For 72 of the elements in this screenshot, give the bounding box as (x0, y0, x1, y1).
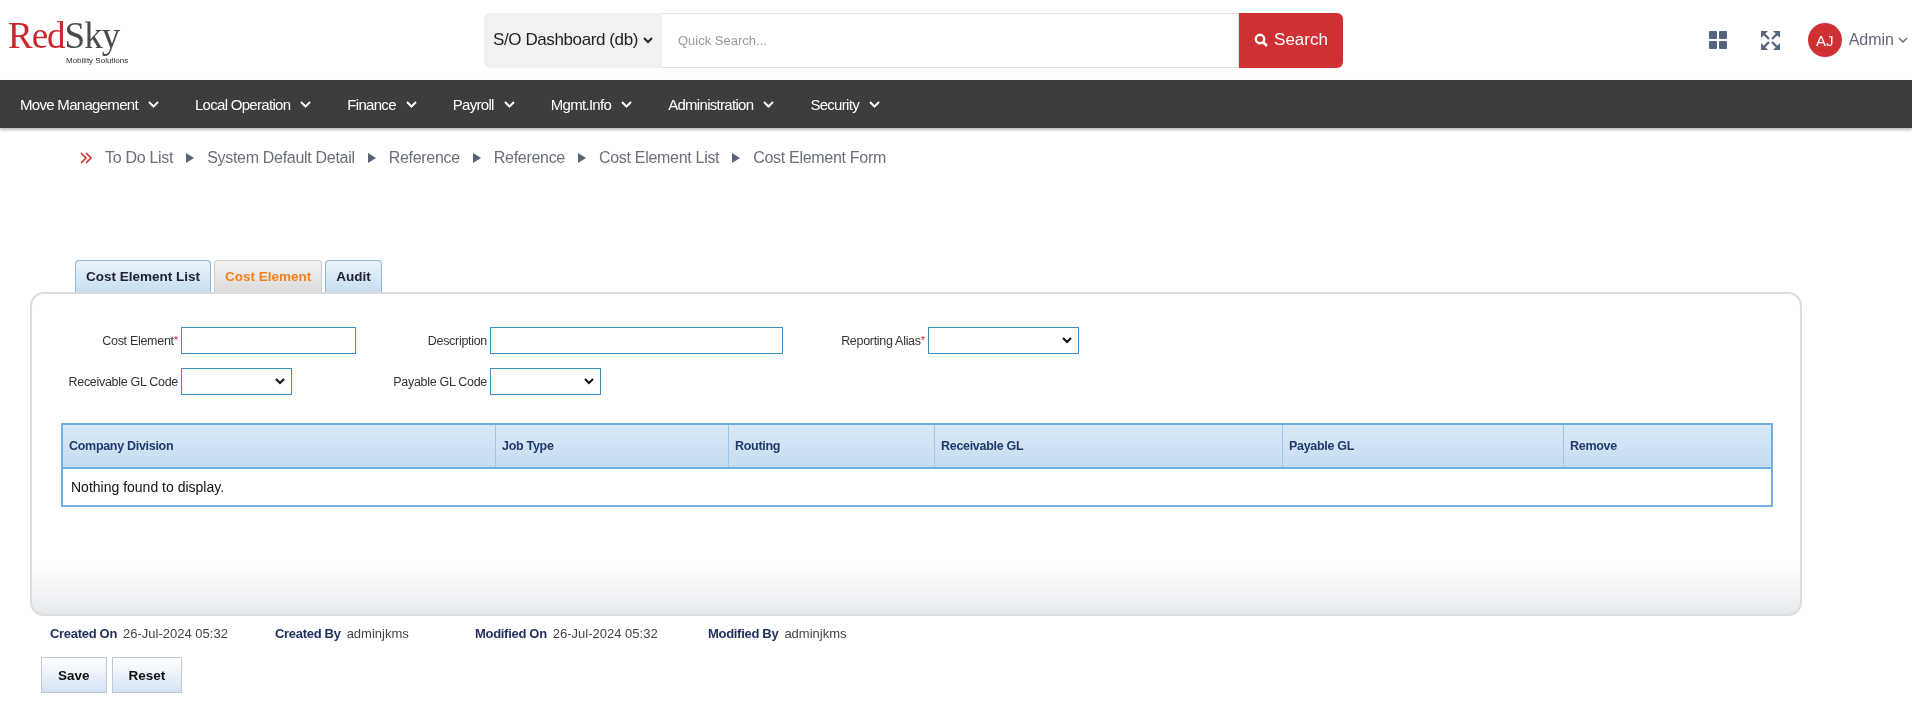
breadcrumb-separator-icon (186, 153, 195, 163)
tab[interactable]: Audit (325, 260, 382, 292)
chevron-down-icon (1898, 36, 1908, 44)
column-header[interactable]: Company Division (69, 439, 174, 453)
chevron-down-icon (763, 100, 775, 108)
column-header[interactable]: Remove (1570, 439, 1617, 453)
search-icon (1254, 33, 1269, 47)
nav-menu-item[interactable]: Local Operation (176, 80, 330, 128)
nav-menu-item[interactable]: Payroll (434, 80, 533, 128)
user-avatar[interactable]: AJ (1807, 23, 1842, 57)
select-field[interactable] (928, 327, 1079, 354)
breadcrumb-link[interactable]: Cost Element Form (753, 149, 886, 167)
chevron-down-icon (642, 36, 653, 44)
nav-menu-item[interactable]: Mgmt.Info (532, 80, 651, 128)
field-label: Description (427, 333, 487, 348)
grid-icon[interactable] (1708, 31, 1727, 49)
breadcrumb-separator-icon (732, 153, 741, 163)
fullscreen-icon[interactable] (1760, 30, 1780, 50)
text-field[interactable] (490, 327, 783, 354)
field-label: Payable GL Code (393, 374, 487, 389)
column-header[interactable]: Payable GL (1289, 439, 1355, 453)
dashboard-dropdown[interactable]: S/O Dashboard (db) (484, 12, 662, 68)
nav-menu-item[interactable]: Security (792, 80, 898, 128)
field-label: Receivable GL Code (68, 374, 178, 389)
audit-label: Created On (50, 626, 118, 641)
logo-tagline: Mobility Solutions (66, 56, 129, 65)
nav-menu-item[interactable]: Move Management (2, 80, 177, 128)
form-button[interactable]: Save (41, 657, 107, 693)
audit-value: adminjkms (784, 626, 847, 641)
empty-message: Nothing found to display. (71, 479, 225, 495)
chevron-down-icon (868, 100, 880, 108)
column-header[interactable]: Job Type (502, 439, 554, 453)
nav-menu-item[interactable]: Finance (329, 80, 435, 128)
tab[interactable]: Cost Element List (75, 260, 212, 292)
search-button[interactable]: Search (1239, 12, 1343, 68)
chevron-down-icon (300, 100, 312, 108)
nav-menu-item[interactable]: Administration (650, 80, 793, 128)
chevron-down-icon (275, 378, 285, 385)
breadcrumb-link[interactable]: Reference (388, 149, 460, 167)
audit-label: Modified On (475, 626, 547, 641)
double-chevron-icon (80, 152, 92, 164)
audit-value: adminjkms (346, 626, 409, 641)
breadcrumb-link[interactable]: Cost Element List (598, 149, 720, 167)
breadcrumb-link[interactable]: To Do List (105, 149, 174, 167)
audit-value: 26-Jul-2024 05:32 (123, 626, 228, 641)
form-button[interactable]: Reset (111, 657, 183, 693)
chevron-down-icon (147, 100, 159, 108)
breadcrumb-link[interactable]: System Default Detail (207, 149, 355, 167)
logo-wordmark: RedSky (8, 18, 120, 54)
breadcrumb-separator-icon (577, 153, 586, 163)
field-label: Cost Element (102, 333, 174, 348)
column-header[interactable]: Routing (735, 439, 781, 453)
chevron-down-icon (405, 100, 417, 108)
chevron-down-icon (584, 378, 594, 385)
chevron-down-icon (621, 100, 633, 108)
chevron-down-icon (1062, 337, 1072, 344)
breadcrumb-link[interactable]: Reference (493, 149, 565, 167)
breadcrumb-separator-icon (472, 153, 481, 163)
field-label: Reporting Alias (841, 333, 921, 348)
audit-value: 26-Jul-2024 05:32 (552, 626, 658, 641)
audit-label: Created By (275, 626, 341, 641)
required-marker: * (173, 333, 178, 346)
breadcrumb-separator-icon (367, 153, 376, 163)
required-marker: * (920, 333, 925, 346)
audit-label: Modified By (708, 626, 779, 641)
text-field[interactable] (181, 327, 356, 354)
chevron-down-icon (503, 100, 515, 108)
select-field[interactable] (181, 368, 292, 395)
column-header[interactable]: Receivable GL (941, 439, 1024, 453)
user-menu[interactable]: Admin (1848, 31, 1908, 49)
quick-search-field[interactable]: Quick Search... (662, 12, 1239, 68)
select-field[interactable] (490, 368, 601, 395)
